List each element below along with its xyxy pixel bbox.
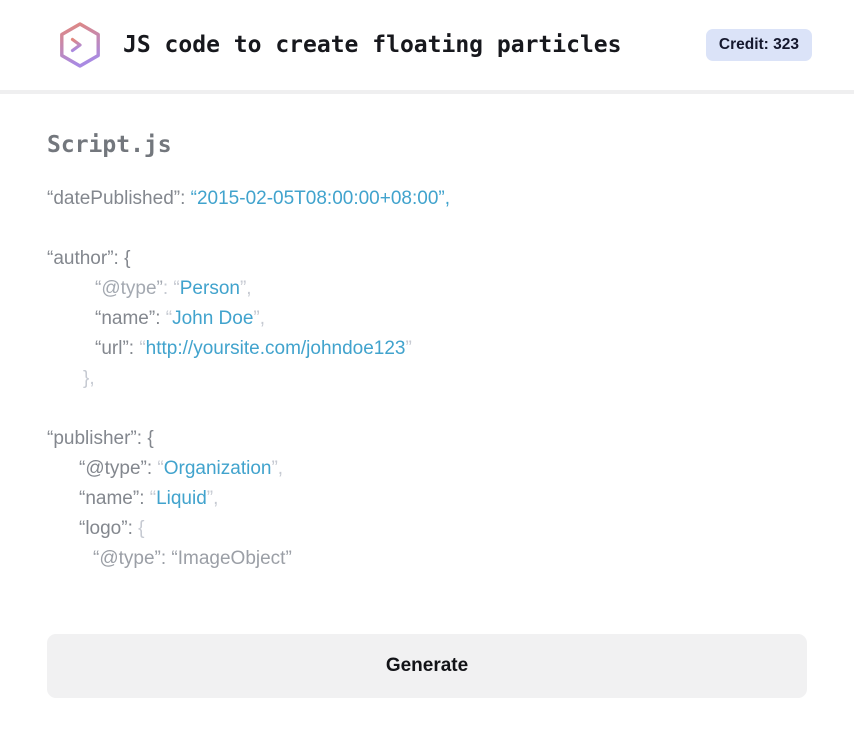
code-token: Liquid <box>156 488 207 509</box>
code-token: Organization <box>163 458 272 479</box>
code-token: “@type” <box>95 278 163 299</box>
main-content: Script.js “datePublished”: “2015-02-05T0… <box>0 94 854 748</box>
app-window: JS code to create floating particles Cre… <box>0 0 854 748</box>
code-token: “url” <box>95 338 129 359</box>
code-token: “name” <box>95 308 156 329</box>
code-token: : <box>146 458 158 479</box>
credit-badge: Credit: 323 <box>705 29 812 61</box>
code-line: “@type”: “Organization”, <box>47 454 807 484</box>
code-token: ”, <box>206 488 219 509</box>
code-token: “logo” <box>79 518 128 539</box>
code-line: “datePublished”: “2015-02-05T08:00:00+08… <box>47 184 807 214</box>
code-line: “name”: “Liquid”, <box>47 484 807 514</box>
code-token: “@type” <box>79 458 147 479</box>
code-token: ”, <box>239 278 252 299</box>
code-block: “datePublished”: “2015-02-05T08:00:00+08… <box>47 184 807 574</box>
code-token: : <box>180 188 191 209</box>
app-logo <box>55 20 105 70</box>
code-token: “2015-02-05T08:00:00+08:00”, <box>190 188 450 209</box>
page-title: JS code to create floating particles <box>123 32 622 58</box>
code-token: : <box>155 308 166 329</box>
code-token: ”, <box>271 458 284 479</box>
code-line: “@type”: “ImageObject” <box>47 544 807 574</box>
code-line: “author”: { <box>47 244 807 274</box>
code-line: “logo”: { <box>47 514 807 544</box>
terminal-prompt-hexagon-icon <box>60 22 100 68</box>
code-line: “url”: “http://yoursite.com/johndoe123” <box>47 334 807 364</box>
file-title: Script.js <box>47 132 172 158</box>
code-token: “name” <box>79 488 140 509</box>
code-token: : <box>139 488 150 509</box>
code-line: “publisher”: { <box>47 424 807 454</box>
code-token: ” <box>405 338 412 359</box>
code-token: : <box>128 338 140 359</box>
code-token: “datePublished” <box>47 188 181 209</box>
code-token: “@type”: “ImageObject” <box>93 548 292 569</box>
code-token: http://yoursite.com/johndoe123 <box>145 338 406 359</box>
code-token: : <box>162 278 174 299</box>
code-token: ”, <box>253 308 266 329</box>
code-line: “@type”: “Person”, <box>47 274 807 304</box>
code-token: “author”: { <box>47 248 131 269</box>
code-token: John Doe <box>172 308 254 329</box>
code-token: }, <box>83 368 95 389</box>
generate-button[interactable]: Generate <box>47 634 807 698</box>
header-bar: JS code to create floating particles Cre… <box>0 0 854 94</box>
code-token: “publisher”: { <box>47 428 154 449</box>
button-row: Generate <box>47 634 807 698</box>
code-token: : <box>127 518 139 539</box>
code-line: “name”: “John Doe”, <box>47 304 807 334</box>
code-token: Person <box>179 278 240 299</box>
code-line: }, <box>47 364 807 394</box>
code-token: { <box>138 518 145 539</box>
